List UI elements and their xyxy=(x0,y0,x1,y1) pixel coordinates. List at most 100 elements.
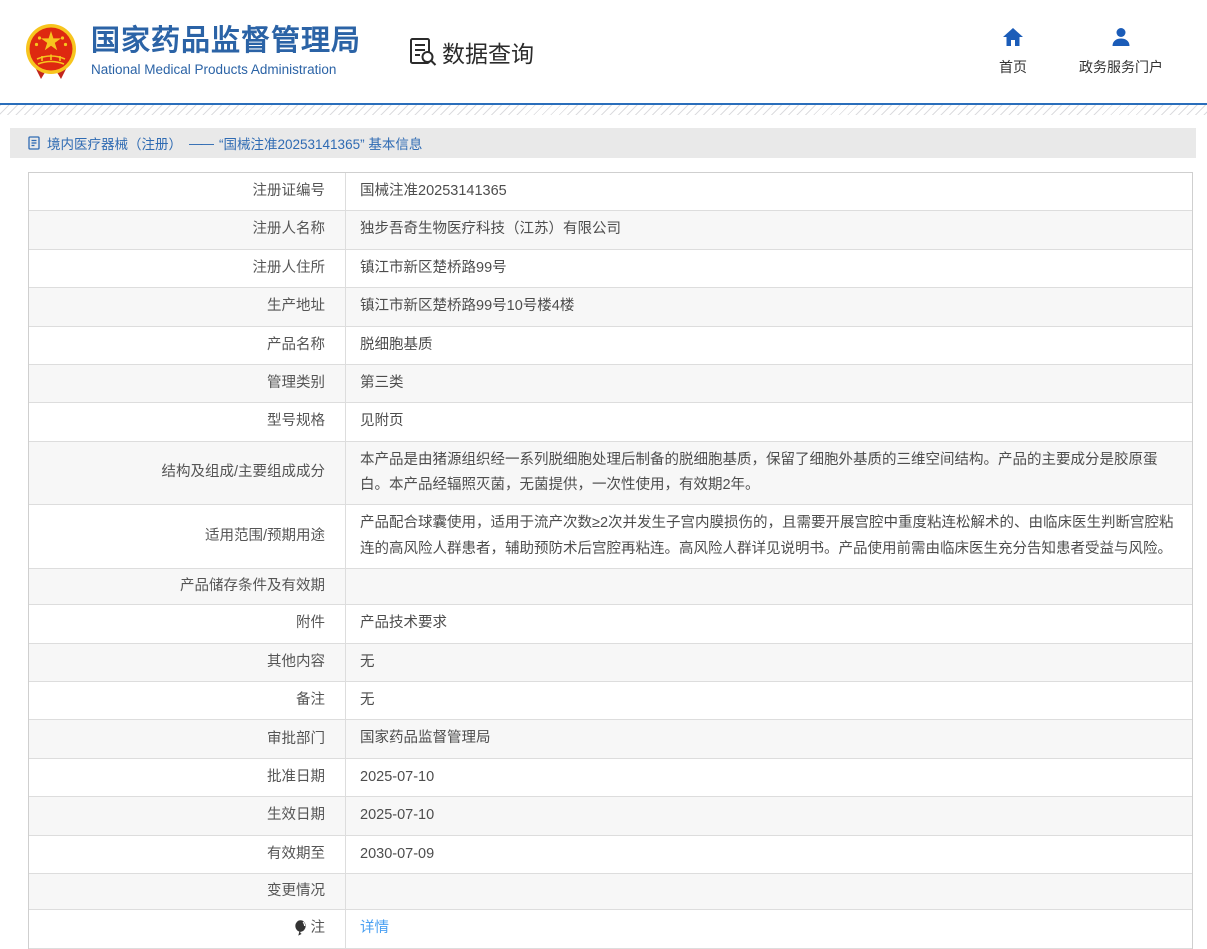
row-label-text: 结构及组成/主要组成成分 xyxy=(161,461,325,484)
row-value: 国械注准20253141365 xyxy=(346,173,1192,210)
nav-portal-label: 政务服务门户 xyxy=(1079,57,1163,77)
section-title: 数据查询 xyxy=(409,35,534,69)
header-nav: 首页 政务服务门户 xyxy=(999,27,1163,77)
row-label: 其他内容 xyxy=(29,644,346,681)
document-icon xyxy=(28,136,40,150)
row-value: 见附页 xyxy=(346,403,1192,440)
row-label-text: 生效日期 xyxy=(267,804,325,827)
note-icon xyxy=(294,920,307,937)
table-row: 附件产品技术要求 xyxy=(29,605,1192,643)
row-value: 无 xyxy=(346,682,1192,719)
table-row: 有效期至 2030-07-09 xyxy=(29,836,1192,874)
row-value: 镇江市新区楚桥路99号10号楼4楼 xyxy=(346,288,1192,325)
table-row: 产品名称脱细胞基质 xyxy=(29,327,1192,365)
row-value: 详情 xyxy=(346,910,1192,947)
table-row: 注册证编号国械注准20253141365 xyxy=(29,173,1192,211)
row-label: 附件 xyxy=(29,605,346,642)
row-value: 2025-07-10 xyxy=(346,797,1192,834)
table-row: 型号规格见附页 xyxy=(29,403,1192,441)
row-label-text: 审批部门 xyxy=(267,728,325,751)
table-row: 管理类别第三类 xyxy=(29,365,1192,403)
table-row: 注册人名称独步吾奇生物医疗科技（江苏）有限公司 xyxy=(29,211,1192,249)
row-value: 产品技术要求 xyxy=(346,605,1192,642)
breadcrumb-category-link[interactable]: 境内医疗器械（注册） xyxy=(47,133,182,153)
section-title-label: 数据查询 xyxy=(442,35,534,69)
table-row: 注册人住所镇江市新区楚桥路99号 xyxy=(29,250,1192,288)
row-value: 2025-07-10 xyxy=(346,759,1192,796)
nav-home-label: 首页 xyxy=(999,57,1027,77)
row-label-text: 注册人住所 xyxy=(253,257,326,280)
national-emblem-logo xyxy=(25,23,77,81)
row-value: 本产品是由猪源组织经一系列脱细胞处理后制备的脱细胞基质，保留了细胞外基质的三维空… xyxy=(346,442,1192,505)
row-label-text: 注册人名称 xyxy=(253,218,326,241)
info-table: 注册证编号国械注准20253141365注册人名称独步吾奇生物医疗科技（江苏）有… xyxy=(28,172,1193,949)
table-row: 其他内容无 xyxy=(29,644,1192,682)
row-label: 型号规格 xyxy=(29,403,346,440)
table-row: 备注无 xyxy=(29,682,1192,720)
row-label: 管理类别 xyxy=(29,365,346,402)
row-label: 审批部门 xyxy=(29,720,346,757)
row-label-text: 附件 xyxy=(296,612,325,635)
row-label-text: 有效期至 xyxy=(267,843,325,866)
detail-link[interactable]: 详情 xyxy=(360,916,389,941)
row-label: 注 xyxy=(29,910,346,947)
row-label: 生效日期 xyxy=(29,797,346,834)
row-label: 结构及组成/主要组成成分 xyxy=(29,442,346,505)
org-name-zh: 国家药品监督管理局 xyxy=(91,26,361,58)
row-value: 独步吾奇生物医疗科技（江苏）有限公司 xyxy=(346,211,1192,248)
row-label-text: 产品储存条件及有效期 xyxy=(180,575,325,598)
row-label: 变更情况 xyxy=(29,874,346,909)
row-label: 生产地址 xyxy=(29,288,346,325)
brand: 国家药品监督管理局 National Medical Products Admi… xyxy=(25,23,361,81)
row-label-text: 批准日期 xyxy=(267,766,325,789)
row-label-text: 备注 xyxy=(296,689,325,712)
row-value: 2030-07-09 xyxy=(346,836,1192,873)
table-row: 结构及组成/主要组成成分本产品是由猪源组织经一系列脱细胞处理后制备的脱细胞基质，… xyxy=(29,442,1192,506)
row-label-text: 生产地址 xyxy=(267,295,325,318)
page-header: 国家药品监督管理局 National Medical Products Admi… xyxy=(0,0,1207,103)
row-label-text: 注 xyxy=(311,917,326,940)
data-query-icon xyxy=(409,37,437,67)
row-label: 产品名称 xyxy=(29,327,346,364)
row-value xyxy=(346,874,1192,909)
breadcrumb-current: “国械注准20253141365” 基本信息 xyxy=(219,133,422,153)
row-value: 产品配合球囊使用，适用于流产次数≥2次并发生子宫内膜损伤的，且需要开展宫腔中重度… xyxy=(346,505,1192,568)
row-label: 适用范围/预期用途 xyxy=(29,505,346,568)
row-label-text: 变更情况 xyxy=(267,880,325,903)
hatch-band xyxy=(0,105,1207,115)
user-icon xyxy=(1110,27,1132,52)
row-value xyxy=(346,569,1192,604)
row-label: 产品储存条件及有效期 xyxy=(29,569,346,604)
row-label: 批准日期 xyxy=(29,759,346,796)
row-value: 镇江市新区楚桥路99号 xyxy=(346,250,1192,287)
nav-item-portal[interactable]: 政务服务门户 xyxy=(1079,27,1163,77)
org-name-en: National Medical Products Administration xyxy=(91,62,361,77)
row-label: 备注 xyxy=(29,682,346,719)
row-label: 注册人名称 xyxy=(29,211,346,248)
table-row: 适用范围/预期用途产品配合球囊使用，适用于流产次数≥2次并发生子宫内膜损伤的，且… xyxy=(29,505,1192,569)
row-label-text: 型号规格 xyxy=(267,410,325,433)
table-row: 审批部门国家药品监督管理局 xyxy=(29,720,1192,758)
row-label: 注册证编号 xyxy=(29,173,346,210)
row-label-text: 适用范围/预期用途 xyxy=(205,525,325,548)
info-table-body: 注册证编号国械注准20253141365注册人名称独步吾奇生物医疗科技（江苏）有… xyxy=(29,173,1192,949)
row-label-text: 产品名称 xyxy=(267,334,325,357)
row-value: 第三类 xyxy=(346,365,1192,402)
table-row: 注 详情 xyxy=(29,910,1192,948)
table-row: 产品储存条件及有效期 xyxy=(29,569,1192,605)
table-row: 批准日期 2025-07-10 xyxy=(29,759,1192,797)
row-label: 有效期至 xyxy=(29,836,346,873)
org-names: 国家药品监督管理局 National Medical Products Admi… xyxy=(91,26,361,77)
row-value: 脱细胞基质 xyxy=(346,327,1192,364)
row-label: 注册人住所 xyxy=(29,250,346,287)
row-label-text: 注册证编号 xyxy=(253,180,326,203)
row-label-text: 其他内容 xyxy=(267,651,325,674)
breadcrumb: 境内医疗器械（注册） —— “国械注准20253141365” 基本信息 xyxy=(10,128,1196,158)
nav-item-home[interactable]: 首页 xyxy=(999,27,1027,77)
table-row: 变更情况 xyxy=(29,874,1192,910)
row-value: 无 xyxy=(346,644,1192,681)
table-row: 生产地址镇江市新区楚桥路99号10号楼4楼 xyxy=(29,288,1192,326)
table-row: 生效日期 2025-07-10 xyxy=(29,797,1192,835)
row-value: 国家药品监督管理局 xyxy=(346,720,1192,757)
home-icon xyxy=(1002,27,1024,52)
